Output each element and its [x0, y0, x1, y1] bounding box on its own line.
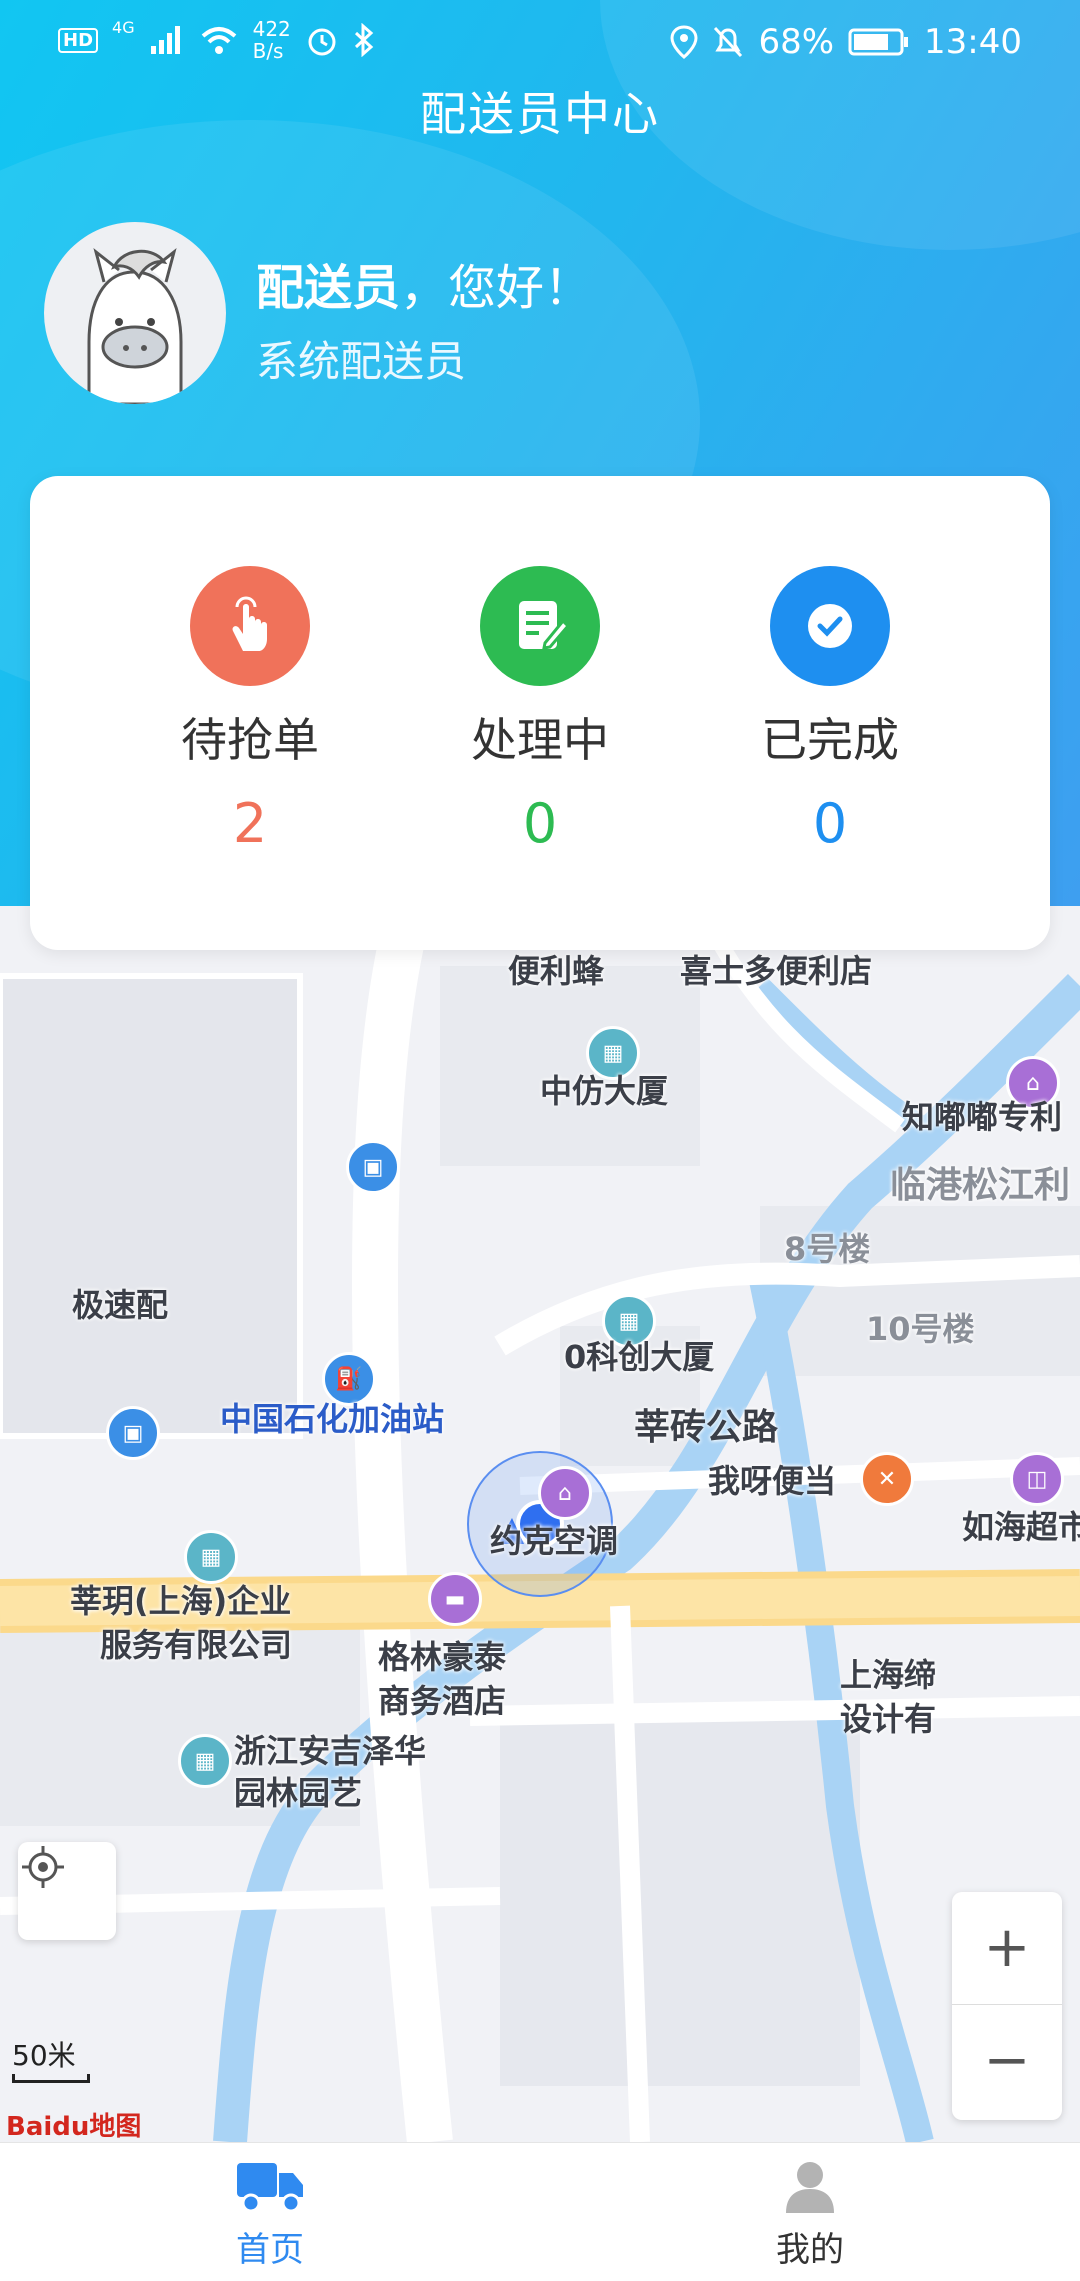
greeting-suffix: ，您好！	[400, 260, 593, 316]
map-label: 园林园艺	[234, 1774, 363, 1812]
user-role: 系统配送员	[256, 337, 467, 386]
shop-poi-icon[interactable]: ⌂	[538, 1466, 592, 1520]
map-label: 莘玥(上海)企业	[70, 1582, 292, 1620]
bus-stop-icon[interactable]: ▣	[106, 1406, 160, 1460]
map-label: 中仿大厦	[540, 1072, 669, 1110]
battery-percent: 68%	[758, 22, 835, 62]
supermarket-poi-icon[interactable]: ◫	[1010, 1452, 1064, 1506]
bluetooth-icon	[354, 23, 374, 57]
stat-count: 0	[812, 792, 848, 855]
clock: 13:40	[924, 22, 1022, 62]
map-label: 0科创大厦	[564, 1338, 715, 1376]
check-circle-icon	[770, 566, 890, 686]
baidu-map-logo: Baidu地图	[6, 2112, 142, 2142]
map-label: 喜士多便利店	[680, 952, 873, 990]
map-label: 知嘟嘟专利	[902, 1098, 1063, 1136]
scale-text: 50米	[12, 2039, 76, 2072]
stat-label: 处理中	[471, 713, 609, 767]
page-title: 配送员中心	[420, 87, 660, 141]
mute-bell-icon	[714, 26, 743, 58]
stat-count: 0	[522, 792, 558, 855]
restaurant-poi-icon[interactable]: ✕	[860, 1452, 914, 1506]
bottom-nav: 首页 我的	[0, 2142, 1080, 2281]
hd-icon: HD	[58, 27, 99, 53]
network-speed: 422 B/s	[253, 18, 291, 62]
wifi-icon	[201, 27, 236, 54]
map-label: 商务酒店	[378, 1682, 507, 1720]
nav-home-label: 首页	[236, 2230, 304, 2270]
map-scale: 50米	[12, 2034, 90, 2083]
stat-pending[interactable]: 待抢单 2	[100, 566, 400, 855]
zoom-out-button[interactable]: −	[952, 2005, 1062, 2117]
network-type: 4G	[112, 18, 135, 37]
map-label: 临港松江利	[890, 1165, 1071, 1206]
stat-count: 2	[232, 792, 268, 855]
map-label: 我呀便当	[708, 1462, 837, 1500]
map-label: 格林豪泰	[378, 1638, 507, 1676]
map-label: 便利蜂	[508, 952, 605, 990]
stat-label: 待抢单	[181, 713, 319, 767]
map-label: 上海缔	[840, 1656, 937, 1694]
map-view[interactable]: 便利蜂 喜士多便利店 ▦ 中仿大厦 ⌂ 知嘟嘟专利 ▣ 临港松江利 8号楼 极速…	[0, 906, 1080, 2142]
tap-hand-icon	[190, 566, 310, 686]
battery-icon	[848, 28, 909, 56]
nav-home[interactable]: 首页	[170, 2157, 370, 2271]
speed-unit: B/s	[252, 39, 284, 63]
map-label: 设计有	[840, 1700, 937, 1738]
stat-processing[interactable]: 处理中 0	[390, 566, 690, 855]
horse-avatar-icon	[87, 248, 183, 404]
status-bar: HD 4G 422 B/s 68% 13:40	[0, 0, 1080, 90]
stat-label: 已完成	[761, 713, 899, 767]
road-label: 莘砖公路	[634, 1407, 779, 1448]
delivery-truck-icon	[237, 2163, 303, 2213]
map-label: 10号楼	[866, 1310, 975, 1348]
map-label: 浙江安吉泽华	[234, 1732, 427, 1770]
alarm-icon	[308, 28, 336, 56]
map-label: 极速配	[72, 1286, 169, 1324]
hotel-poi-icon[interactable]: ▬	[428, 1572, 482, 1626]
user-profile-icon	[786, 2162, 834, 2213]
nav-mine-label: 我的	[776, 2230, 844, 2270]
speed-value: 422	[252, 17, 291, 41]
order-stats-card: 待抢单 2 处理中 0 已完成 0	[30, 476, 1050, 950]
map-label: 约克空调	[490, 1522, 619, 1560]
location-icon	[670, 25, 698, 59]
signal-icon	[150, 26, 180, 54]
locate-button[interactable]	[18, 1842, 116, 1940]
map-label: 如海超市	[962, 1508, 1080, 1546]
map-label: 服务有限公司	[100, 1626, 293, 1664]
stat-completed[interactable]: 已完成 0	[680, 566, 980, 855]
document-edit-icon	[480, 566, 600, 686]
greeting: 配送员，您好！	[256, 248, 592, 318]
zoom-controls: + −	[952, 1892, 1062, 2120]
user-name: 配送员	[256, 260, 401, 316]
bus-stop-icon[interactable]: ▣	[346, 1140, 400, 1194]
scale-bar	[12, 2074, 90, 2083]
nav-mine[interactable]: 我的	[710, 2157, 910, 2271]
avatar[interactable]	[44, 222, 226, 404]
building-poi-icon[interactable]: ▦	[178, 1734, 232, 1788]
crosshair-icon	[22, 1846, 64, 1888]
map-label: 8号楼	[784, 1230, 871, 1268]
zoom-in-button[interactable]: +	[952, 1892, 1062, 2005]
map-label: 中国石化加油站	[220, 1400, 445, 1438]
